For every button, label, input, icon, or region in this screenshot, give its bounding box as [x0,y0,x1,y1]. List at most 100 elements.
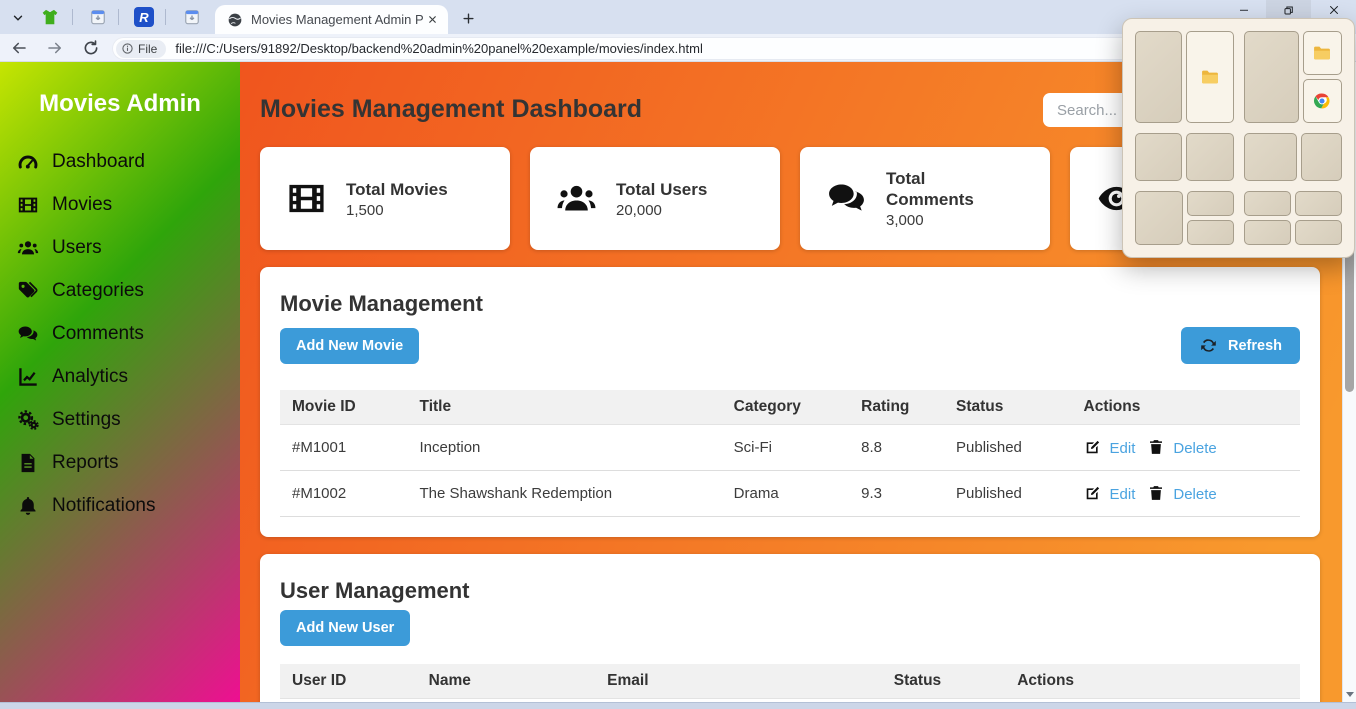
sidebar-item-settings[interactable]: Settings [0,398,240,441]
movie-category: Sci-Fi [722,425,850,471]
snap-pane[interactable] [1186,133,1233,181]
stat-card-total-comments: Total Comments3,000 [800,147,1050,250]
restore-icon [1282,4,1295,17]
sidebar-item-users[interactable]: Users [0,226,240,269]
movies-table: Movie ID Title Category Rating Status Ac… [280,390,1300,517]
table-row: #M1001 Inception Sci-Fi 8.8 Published Ed… [280,425,1300,471]
trash-icon[interactable] [1147,484,1165,502]
edit-icon[interactable] [1084,484,1102,502]
sidebar-item-label: Settings [52,409,121,431]
actions-cell: Edit Delete [1072,425,1300,471]
snap-layout-option-4[interactable] [1244,133,1343,181]
snap-layouts-popup [1122,18,1355,258]
tab-title: Movies Management Admin Pa [251,12,424,27]
snap-pane[interactable] [1244,191,1291,216]
delete-link[interactable]: Delete [1173,440,1216,457]
snap-layout-option-6[interactable] [1244,191,1343,245]
reload-button[interactable] [82,39,100,57]
pinned-tab-r-logo-icon[interactable]: R [134,7,154,27]
stat-label: Total Movies [346,179,448,200]
active-tab[interactable]: Movies Management Admin Pa [215,5,448,34]
sidebar-item-label: Notifications [52,495,156,517]
snap-pane[interactable] [1186,31,1233,123]
chevron-down-icon [11,11,25,25]
snap-pane[interactable] [1303,31,1342,75]
users-icon [556,178,597,219]
trash-icon[interactable] [1147,438,1165,456]
table-row: #M1002 The Shawshank Redemption Drama 9.… [280,471,1300,517]
column-header: Status [882,664,1005,699]
sidebar: Movies Admin Dashboard Movies Users Cate… [0,62,240,702]
pinned-tab-green-app-icon[interactable] [40,7,60,27]
users-table: User ID Name Email Status Actions #U1001… [280,664,1300,702]
stat-value: 20,000 [616,202,707,219]
movie-category: Drama [722,471,850,517]
maximize-button[interactable] [1266,0,1311,20]
snap-pane[interactable] [1244,220,1291,245]
snap-pane[interactable] [1303,79,1342,123]
add-new-movie-button[interactable]: Add New Movie [280,328,419,364]
column-header: Movie ID [280,390,408,425]
back-button[interactable] [10,39,28,57]
site-info-chip[interactable]: File [116,40,166,58]
snap-pane[interactable] [1244,133,1298,181]
stat-label: Total Users [616,179,707,200]
column-header: Rating [849,390,944,425]
comments-icon [17,323,39,345]
snap-pane[interactable] [1135,31,1182,123]
sidebar-item-comments[interactable]: Comments [0,312,240,355]
cogs-icon [17,409,39,431]
sidebar-item-dashboard[interactable]: Dashboard [0,140,240,183]
pinned-tab-webstore-icon[interactable] [88,7,108,27]
column-header: Actions [1072,390,1300,425]
tab-search-button[interactable] [8,8,28,28]
snap-pane[interactable] [1135,191,1183,245]
scroll-down-arrow[interactable] [1346,692,1354,697]
snap-pane[interactable] [1187,191,1233,216]
sidebar-item-analytics[interactable]: Analytics [0,355,240,398]
edit-icon[interactable] [1084,438,1102,456]
snap-layout-option-1[interactable] [1135,31,1234,123]
movie-id: #M1002 [280,471,408,517]
snap-layout-option-3[interactable] [1135,133,1234,181]
movie-management-section: Movie Management Add New Movie Refresh M… [260,267,1320,537]
forward-button[interactable] [46,39,64,57]
sync-icon [1199,336,1218,355]
sidebar-item-notifications[interactable]: Notifications [0,484,240,527]
info-icon [121,42,134,55]
column-header: Actions [1005,664,1300,699]
close-window-button[interactable] [1311,0,1356,20]
sidebar-item-movies[interactable]: Movies [0,183,240,226]
url-text: file:///C:/Users/91892/Desktop/backend%2… [175,41,703,56]
section-title: Movie Management [280,291,1300,317]
snap-pane[interactable] [1135,133,1182,181]
edit-link[interactable]: Edit [1110,486,1136,503]
close-icon [1328,4,1340,16]
movie-rating: 8.8 [849,425,944,471]
snap-pane[interactable] [1295,220,1342,245]
sidebar-item-reports[interactable]: Reports [0,441,240,484]
globe-favicon-icon [227,12,243,28]
minimize-button[interactable] [1221,0,1266,20]
snap-pane[interactable] [1301,133,1342,181]
add-new-user-button[interactable]: Add New User [280,610,410,646]
snap-pane[interactable] [1244,31,1299,123]
column-header: Status [944,390,1072,425]
new-tab-button[interactable] [458,8,478,28]
movie-title: The Shawshank Redemption [408,471,722,517]
refresh-label: Refresh [1228,338,1282,354]
delete-link[interactable]: Delete [1173,486,1216,503]
window-controls [1221,0,1356,20]
snap-pane[interactable] [1295,191,1342,216]
snap-layout-option-2[interactable] [1244,31,1343,123]
refresh-button[interactable]: Refresh [1181,327,1300,364]
sidebar-item-label: Users [52,237,102,259]
tab-close-button[interactable] [424,12,440,28]
pinned-tab-webstore-icon-2[interactable] [182,7,202,27]
stat-card-total-movies: Total Movies1,500 [260,147,510,250]
snap-layout-option-5[interactable] [1135,191,1234,245]
section-title: User Management [280,578,1300,604]
edit-link[interactable]: Edit [1110,440,1136,457]
sidebar-item-categories[interactable]: Categories [0,269,240,312]
snap-pane[interactable] [1187,220,1233,245]
